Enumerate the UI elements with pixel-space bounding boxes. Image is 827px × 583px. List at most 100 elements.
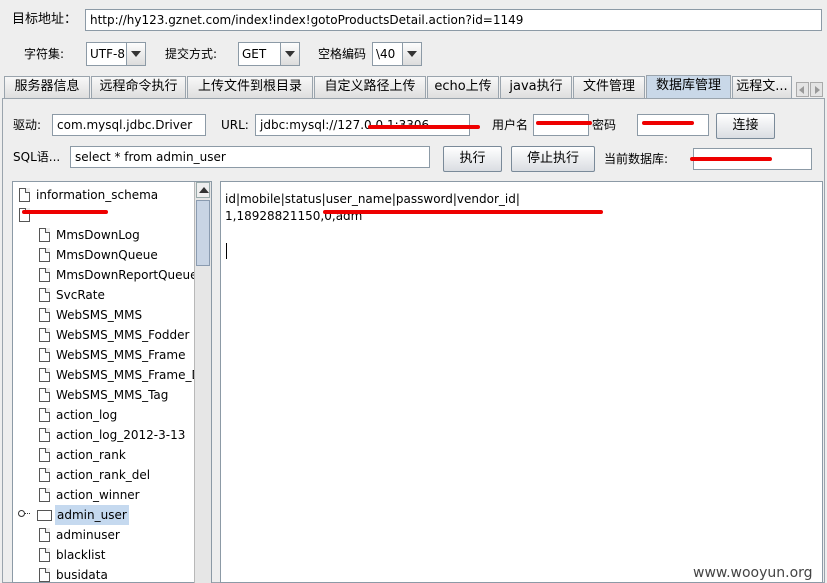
chevron-up-icon bbox=[199, 187, 209, 193]
table-file-icon bbox=[39, 228, 50, 242]
tree-item-label: busidata bbox=[56, 568, 108, 582]
tree-item[interactable]: admin_user bbox=[18, 505, 189, 525]
table-file-icon bbox=[39, 268, 50, 282]
tree-item[interactable]: action_winner bbox=[37, 485, 189, 505]
stop-execute-button[interactable]: 停止执行 bbox=[511, 146, 595, 172]
execute-button[interactable]: 执行 bbox=[443, 146, 502, 172]
table-file-icon bbox=[39, 448, 50, 462]
tab-java-exec[interactable]: java执行 bbox=[500, 76, 572, 98]
tree-item-label: WebSMS_MMS_Tag bbox=[56, 388, 169, 402]
database-icon bbox=[19, 188, 30, 202]
table-file-icon bbox=[39, 548, 50, 562]
tree-item[interactable]: action_rank_del bbox=[37, 465, 189, 485]
database-tree[interactable]: information_schema MmsDownLog MmsDownQueue… bbox=[12, 181, 212, 583]
charset-select[interactable]: UTF-8 bbox=[86, 42, 146, 66]
table-file-icon bbox=[39, 368, 50, 382]
tab-remote-file[interactable]: 远程文... bbox=[732, 76, 792, 98]
tree-item[interactable]: action_log_2012-3-13 bbox=[37, 425, 189, 445]
table-file-icon bbox=[39, 328, 50, 342]
tree-item-label: MmsDownLog bbox=[56, 228, 140, 242]
tree-item[interactable]: MmsDownQueue bbox=[37, 245, 189, 265]
text-cursor bbox=[226, 243, 227, 259]
tree-item[interactable]: action_rank bbox=[37, 445, 189, 465]
tree-item-label: adminuser bbox=[56, 528, 120, 542]
chevron-down-icon bbox=[402, 43, 421, 65]
tree-item[interactable]: WebSMS_MMS bbox=[37, 305, 189, 325]
tree-item[interactable]: adminuser bbox=[37, 525, 189, 545]
watermark: www.wooyun.org bbox=[693, 565, 813, 581]
tab-scroll-right-button[interactable] bbox=[810, 82, 823, 97]
tree-item[interactable]: busidata bbox=[37, 565, 189, 582]
sql-input[interactable]: select * from admin_user bbox=[70, 146, 430, 168]
scroll-up-button[interactable] bbox=[196, 182, 210, 198]
tree-item[interactable]: WebSMS_MMS_Frame_D bbox=[37, 365, 201, 385]
tab-file-manager[interactable]: 文件管理 bbox=[573, 76, 645, 98]
tab-echo-upload[interactable]: echo上传 bbox=[427, 76, 499, 98]
tree-item-label: SvcRate bbox=[56, 288, 105, 302]
tree-item-label: information_schema bbox=[36, 188, 159, 202]
charset-label: 字符集: bbox=[24, 47, 65, 61]
tab-custom-upload[interactable]: 自定义路径上传 bbox=[314, 76, 426, 98]
table-file-icon bbox=[39, 348, 50, 362]
redaction-mark bbox=[22, 210, 108, 214]
tree-item[interactable]: blacklist bbox=[37, 545, 189, 565]
tab-upload-root[interactable]: 上传文件到根目录 bbox=[187, 76, 313, 98]
url-label: URL: bbox=[221, 118, 249, 132]
tree-node-handle-icon bbox=[18, 510, 25, 517]
chevron-left-icon bbox=[799, 86, 804, 94]
folder-icon bbox=[37, 510, 52, 521]
connect-button[interactable]: 连接 bbox=[716, 113, 775, 139]
space-encoding-value: \40 bbox=[376, 47, 396, 61]
tree-item-label: MmsDownReportQueue bbox=[56, 268, 198, 282]
tree-item[interactable]: information_schema bbox=[17, 185, 189, 205]
tree-item[interactable]: action_log bbox=[37, 405, 189, 425]
tree-item[interactable]: WebSMS_MMS_Fodder bbox=[37, 325, 189, 345]
tree-item[interactable]: SvcRate bbox=[37, 285, 189, 305]
tree-item[interactable]: WebSMS_MMS_Tag bbox=[37, 385, 189, 405]
tree-item-label: action_log bbox=[56, 408, 118, 422]
tree-item[interactable]: MmsDownLog bbox=[37, 225, 189, 245]
method-select[interactable]: GET bbox=[238, 42, 300, 66]
driver-input[interactable]: com.mysql.jdbc.Driver bbox=[52, 114, 206, 136]
target-url-label: 目标地址： bbox=[12, 12, 78, 27]
table-file-icon bbox=[39, 388, 50, 402]
redaction-mark bbox=[368, 125, 480, 129]
tree-item-label: WebSMS_MMS_Frame_D bbox=[56, 368, 201, 382]
table-file-icon bbox=[39, 468, 50, 482]
redaction-mark bbox=[536, 121, 592, 125]
scroll-thumb[interactable] bbox=[196, 200, 210, 266]
tree-item[interactable] bbox=[17, 205, 189, 225]
username-label: 用户名 bbox=[492, 118, 529, 132]
redaction-mark bbox=[642, 121, 694, 125]
result-header-line: id|mobile|status|user_name|password|vend… bbox=[225, 192, 520, 206]
tab-remote-command[interactable]: 远程命令执行 bbox=[91, 76, 186, 98]
table-file-icon bbox=[39, 568, 50, 582]
tree-item-label: action_rank_del bbox=[56, 468, 151, 482]
charset-value: UTF-8 bbox=[90, 47, 125, 61]
tree-scrollbar[interactable] bbox=[194, 182, 211, 583]
space-encoding-select[interactable]: \40 bbox=[372, 42, 422, 66]
current-db-label: 当前数据库: bbox=[604, 152, 669, 166]
tree-item-label: action_rank bbox=[56, 448, 126, 462]
chevron-right-icon bbox=[815, 86, 820, 94]
driver-label: 驱动: bbox=[13, 118, 42, 132]
table-file-icon bbox=[39, 248, 50, 262]
chevron-down-icon bbox=[280, 43, 299, 65]
table-file-icon bbox=[39, 308, 50, 322]
tab-server-info[interactable]: 服务器信息 bbox=[4, 76, 90, 98]
tree-item-label: WebSMS_MMS_Fodder bbox=[56, 328, 190, 342]
tree-item-label: MmsDownQueue bbox=[56, 248, 158, 262]
tab-database-manager[interactable]: 数据库管理 bbox=[646, 75, 731, 99]
sql-label: SQL语... bbox=[13, 150, 61, 164]
password-input[interactable] bbox=[637, 114, 709, 136]
tree-item[interactable]: MmsDownReportQueue bbox=[37, 265, 198, 285]
tree-item-label: WebSMS_MMS bbox=[56, 308, 143, 322]
table-file-icon bbox=[39, 488, 50, 502]
tab-scroll-left-button[interactable] bbox=[796, 82, 809, 97]
target-url-input[interactable]: http://hy123.gznet.com/index!index!gotoP… bbox=[85, 9, 822, 31]
tree-item[interactable]: WebSMS_MMS_Frame bbox=[37, 345, 189, 365]
method-label: 提交方式: bbox=[165, 47, 218, 61]
username-input[interactable] bbox=[533, 114, 589, 136]
redaction-mark bbox=[323, 210, 603, 214]
result-textarea[interactable]: id|mobile|status|user_name|password|vend… bbox=[220, 181, 823, 583]
